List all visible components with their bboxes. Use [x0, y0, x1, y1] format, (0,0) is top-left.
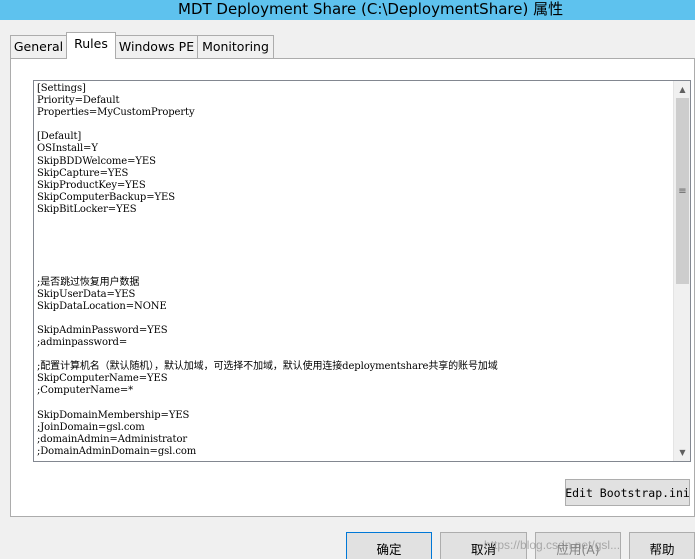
tab-monitoring[interactable]: Monitoring	[197, 35, 274, 58]
edit-bootstrap-button[interactable]: Edit Bootstrap.ini	[565, 479, 690, 506]
scroll-down-arrow-icon[interactable]: ▼	[674, 444, 690, 461]
help-button[interactable]: 帮助	[629, 532, 695, 559]
tab-windows-pe[interactable]: Windows PE	[115, 35, 198, 58]
ok-button[interactable]: 确定	[346, 532, 432, 559]
scroll-up-arrow-icon[interactable]: ▲	[674, 81, 690, 98]
rules-textarea[interactable]: [Settings] Priority=Default Properties=M…	[33, 80, 691, 462]
scroll-thumb[interactable]: ≡	[676, 98, 689, 284]
vertical-scrollbar[interactable]: ▲ ≡ ▼	[673, 81, 690, 461]
rules-text[interactable]: [Settings] Priority=Default Properties=M…	[37, 83, 669, 458]
window-title: MDT Deployment Share (C:\DeploymentShare…	[178, 0, 564, 18]
tab-general[interactable]: General	[10, 35, 67, 58]
watermark: https://blog.csdn.net/gsl...	[484, 538, 621, 552]
tab-rules[interactable]: Rules	[66, 32, 116, 59]
title-bar: MDT Deployment Share (C:\DeploymentShare…	[0, 0, 695, 20]
